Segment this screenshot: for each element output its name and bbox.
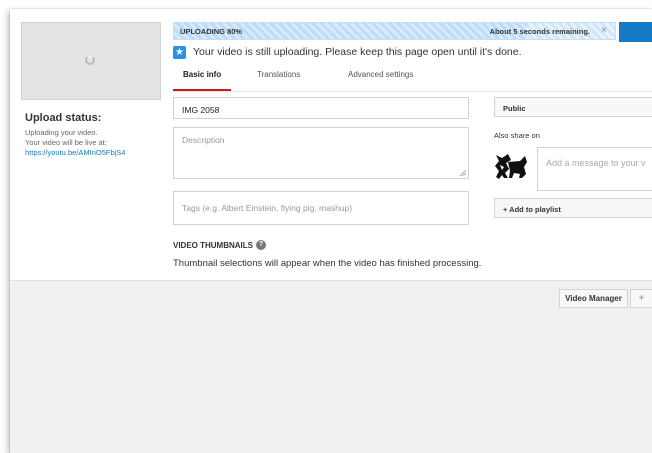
title-value: IMG 2058 [182,105,220,115]
upload-status-message: Uploading your video. [25,128,98,137]
privacy-selected-value: Public [503,104,526,113]
time-remaining-label: About 5 seconds remaining. [489,27,590,36]
star-icon: ★ [173,45,186,59]
description-placeholder: Description [182,135,225,145]
publish-button[interactable] [619,22,652,42]
bottom-panel [10,280,652,453]
tags-placeholder: Tags (e.g. Albert Einstein, flying pig, … [182,203,353,213]
also-share-label: Also share on [494,131,540,140]
video-url-link[interactable]: https://youtu.be/AMInO5FbjS4 [25,148,173,158]
title-input[interactable]: IMG 2058 [173,97,469,119]
add-more-button[interactable]: + [630,289,652,308]
live-at-label: Your video will be live at: [25,138,107,147]
video-manager-button[interactable]: Video Manager [559,289,628,308]
help-icon[interactable]: ? [256,240,266,250]
share-message-placeholder: Add a message to your v [546,158,646,168]
tags-input[interactable]: Tags (e.g. Albert Einstein, flying pig, … [173,191,469,225]
thumbnails-info-text: Thumbnail selections will appear when th… [173,258,482,269]
upload-notice-text: Your video is still uploading. Please ke… [193,46,522,58]
upload-status-title: Upload status: [25,112,102,124]
video-thumbnail-placeholder [21,22,161,100]
privacy-select[interactable]: Public [494,97,652,117]
tab-translations[interactable]: Translations [257,67,300,91]
upload-status-panel: Upload status: Uploading your video. You… [25,112,173,158]
tabs-divider [173,91,652,92]
resize-handle-icon[interactable] [460,170,466,176]
upload-progress-label: UPLOADING 80% [180,27,243,36]
description-textarea[interactable]: Description [173,127,469,179]
scottie-dog-avatar-icon [495,154,527,179]
upload-progress-bar: UPLOADING 80% About 5 seconds remaining.… [173,22,616,40]
close-icon[interactable]: × [601,25,607,36]
add-to-playlist-button[interactable]: + Add to playlist [494,198,652,218]
tab-advanced-settings[interactable]: Advanced settings [348,67,413,91]
tab-basic-info[interactable]: Basic info [173,67,232,91]
upload-window: Upload status: Uploading your video. You… [10,9,652,453]
add-to-playlist-label: + Add to playlist [503,205,561,214]
upload-notice: ★ Your video is still uploading. Please … [173,44,522,60]
video-thumbnails-title: VIDEO THUMBNAILS [173,240,253,250]
loading-spinner-icon [85,55,95,65]
share-message-input[interactable]: Add a message to your v [537,147,652,191]
video-thumbnails-heading: VIDEO THUMBNAILS ? [173,240,266,250]
